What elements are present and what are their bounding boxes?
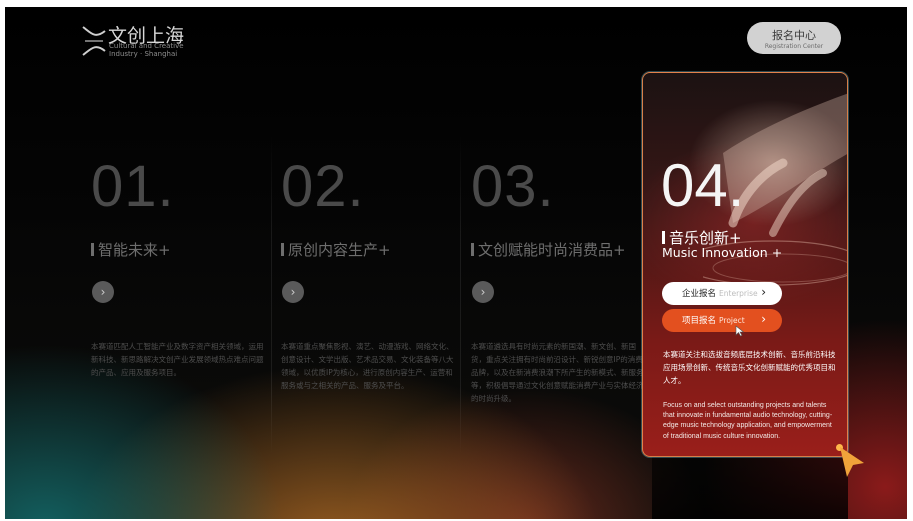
- site-logo[interactable]: 文创上海 Cultural and Creative Industry · Sh…: [81, 21, 221, 63]
- enterprise-register-label: 企业报名: [682, 289, 717, 299]
- track-arrow-button[interactable]: ›: [282, 281, 304, 303]
- project-register-button[interactable]: 项目报名 Project ›: [662, 309, 782, 332]
- track-title: 智能未来+: [91, 239, 171, 260]
- track-number: 01.: [91, 154, 175, 219]
- mouse-pointer-icon: [735, 325, 745, 337]
- track-column-2: 02. 原创内容生产+ › 本赛道重点聚焦影视、演艺、动漫游戏、网络文化、创意设…: [281, 127, 466, 467]
- enterprise-register-button[interactable]: 企业报名 Enterprise ›: [662, 282, 782, 305]
- track-column-1: 01. 智能未来+ › 本赛道匹配人工智能产业及数字资产相关领域，运用新科技、新…: [91, 127, 276, 467]
- track-column-3: 03. 文创赋能时尚消费品+ › 本赛道遴选具有时尚元素的新国潮、新文创、新国货…: [471, 127, 656, 467]
- track-title-en: Music Innovation +: [662, 245, 783, 260]
- track-title: 原创内容生产+: [281, 239, 391, 260]
- track-number: 04.: [661, 152, 745, 219]
- track-card-active[interactable]: 04. 音乐创新+ Music Innovation + 企业报名 Enterpr…: [642, 72, 848, 457]
- registration-sub-label: Registration Center: [764, 43, 824, 50]
- track-title: 文创赋能时尚消费品+: [471, 239, 626, 260]
- registration-center-button[interactable]: 报名中心 Registration Center: [747, 22, 841, 54]
- track-description: 本赛道匹配人工智能产业及数字资产相关领域，运用新科技、新思路解决文创产业发展领域…: [91, 342, 264, 377]
- track-number: 03.: [471, 154, 555, 219]
- card-shadow: [652, 457, 848, 519]
- project-register-sub: Project: [719, 316, 745, 325]
- logo-mark-icon: [82, 26, 106, 56]
- page-canvas: 文创上海 Cultural and Creative Industry · Sh…: [5, 7, 907, 519]
- registration-label: 报名中心: [772, 29, 816, 42]
- enterprise-register-sub: Enterprise: [719, 289, 758, 298]
- project-register-label: 项目报名: [682, 316, 717, 326]
- chevron-right-icon: ›: [761, 312, 766, 326]
- chevron-right-icon: ›: [761, 285, 766, 299]
- track-description-en: Focus on and select outstanding projects…: [663, 402, 833, 440]
- track-description: 本赛道重点聚焦影视、演艺、动漫游戏、网络文化、创意设计、文学出版、艺术品交易、文…: [281, 342, 454, 390]
- track-arrow-button[interactable]: ›: [92, 281, 114, 303]
- track-description: 本赛道遴选具有时尚元素的新国潮、新文创、新国货，重点关注拥有时尚前沿设计、新锐创…: [471, 342, 644, 403]
- track-arrow-button[interactable]: ›: [472, 281, 494, 303]
- track-description: 本赛道关注和选拔音频底层技术创新、音乐前沿科技应用场景创新、传统音乐文化创新赋能…: [663, 350, 836, 385]
- track-number: 02.: [281, 154, 365, 219]
- cursor-arrow-icon: [840, 447, 864, 477]
- logo-subtitle: Cultural and Creative Industry · Shangha…: [109, 42, 184, 58]
